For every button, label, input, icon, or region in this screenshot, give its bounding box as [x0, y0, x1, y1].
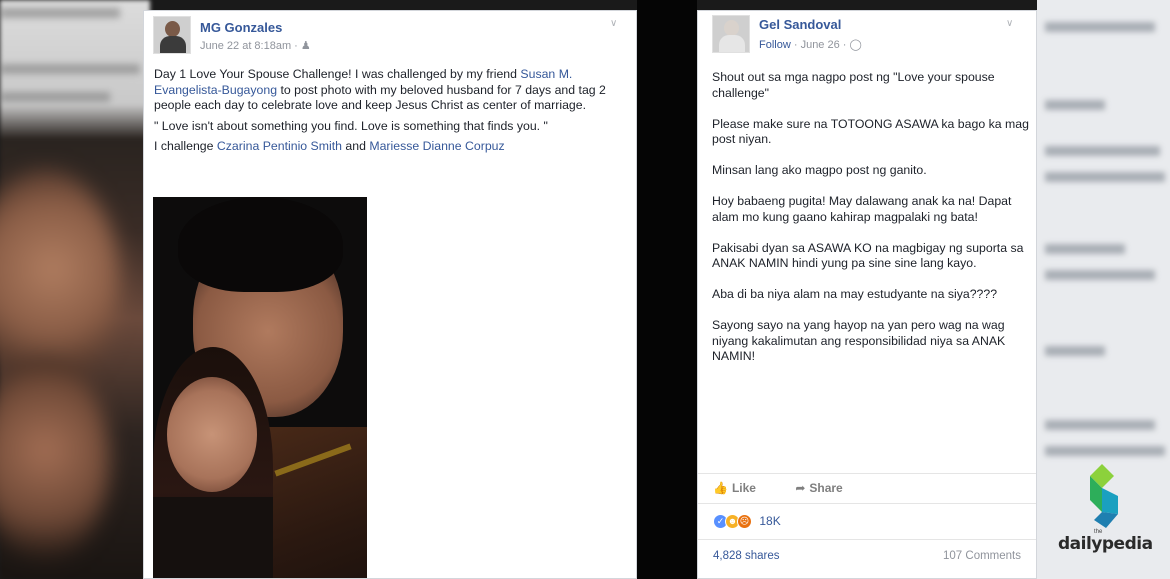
share-label: Share [809, 481, 843, 495]
dailypedia-logo-mark [1090, 464, 1118, 528]
divider [698, 503, 1036, 504]
post-text: Day 1 Love Your Spouse Challenge! I was … [154, 67, 521, 81]
post-paragraph: Hoy babaeng pugita! May dalawang anak ka… [712, 194, 1012, 224]
post-text: and [341, 139, 370, 153]
facebook-post-left: MG Gonzales June 22 at 8:18am · ♟ ∨ Day … [143, 10, 637, 579]
blurred-text [1045, 22, 1155, 32]
globe-icon: ◯ [849, 39, 862, 51]
angry-reaction-icon: ☹ [737, 514, 752, 530]
avatar[interactable] [712, 15, 750, 53]
thumbs-up-icon: 👍 [713, 481, 728, 495]
reaction-count: 18K [759, 514, 781, 528]
divider [698, 473, 1036, 474]
tagged-user-link[interactable]: Mariesse Dianne Corpuz [369, 139, 504, 153]
post-timestamp[interactable]: · June 26 · [791, 39, 850, 51]
blurred-text [1045, 270, 1155, 280]
chevron-down-icon[interactable]: ∨ [610, 19, 624, 29]
blurred-face [0, 360, 110, 560]
post-photo[interactable] [153, 197, 367, 578]
background-divider [637, 0, 697, 579]
photo-woman-body [153, 497, 273, 578]
photo-woman-face [167, 377, 257, 492]
blurred-text [0, 92, 110, 102]
post-body: Day 1 Love Your Spouse Challenge! I was … [154, 67, 624, 155]
post-timestamp[interactable]: June 22 at 8:18am · [200, 40, 301, 52]
post-meta: Follow · June 26 · ◯ [759, 38, 862, 51]
post-body: Shout out sa mga nagpo post ng "Love you… [712, 70, 1030, 380]
tagged-user-link[interactable]: Czarina Pentinio Smith [217, 139, 342, 153]
blurred-text [0, 8, 120, 18]
logo-wordmark: dailypedia [1058, 534, 1153, 554]
post-paragraph: Day 1 Love Your Spouse Challenge! I was … [154, 67, 624, 114]
author-name[interactable]: Gel Sandoval [759, 17, 841, 32]
dailypedia-logo: the dailypedia [1054, 458, 1154, 568]
follow-link[interactable]: Follow [759, 39, 791, 51]
share-button[interactable]: ➦ Share [795, 481, 860, 495]
post-paragraph: Pakisabi dyan sa ASAWA KO na magbigay ng… [712, 240, 1024, 271]
blurred-text [1045, 446, 1165, 456]
share-arrow-icon: ➦ [795, 481, 806, 495]
reactions-summary[interactable]: ✓ ☻ ☹ 18K [713, 514, 781, 530]
post-actions: 👍 Like ➦ Share [713, 481, 879, 495]
shares-count-link[interactable]: 4,828 shares [713, 550, 780, 562]
post-paragraph: Please make sure na TOTOONG ASAWA ka bag… [712, 116, 1029, 147]
blurred-text [1045, 100, 1105, 110]
post-quote: " Love isn't about something you find. L… [154, 118, 548, 133]
background-left-blur [0, 0, 150, 579]
blurred-text [1045, 172, 1165, 182]
divider [698, 539, 1036, 540]
blurred-text [1045, 146, 1160, 156]
post-paragraph: Shout out sa mga nagpo post ng "Love you… [712, 70, 995, 100]
blurred-text [1045, 244, 1125, 254]
post-meta: June 22 at 8:18am · ♟ [200, 39, 311, 52]
blurred-text [1045, 420, 1155, 430]
blurred-face [0, 170, 120, 390]
facebook-post-right: Gel Sandoval Follow · June 26 · ◯ ∨ Shou… [697, 10, 1037, 579]
chevron-down-icon[interactable]: ∨ [1006, 19, 1020, 29]
post-paragraph: Sayong sayo na yang hayop na yan pero wa… [712, 318, 1006, 363]
like-label: Like [731, 481, 756, 495]
friends-icon: ♟ [300, 40, 311, 52]
post-paragraph: Minsan lang ako magpo post ng ganito. [712, 163, 927, 177]
blurred-text [1045, 346, 1105, 356]
post-paragraph: I challenge Czarina Pentinio Smith and M… [154, 139, 624, 155]
blurred-text [0, 64, 140, 74]
post-paragraph: Aba di ba niya alam na may estudyante na… [712, 287, 998, 301]
comments-count-link[interactable]: 107 Comments [943, 550, 1021, 562]
like-button[interactable]: 👍 Like [713, 481, 774, 495]
author-name[interactable]: MG Gonzales [200, 20, 282, 35]
post-text: I challenge [154, 139, 217, 153]
avatar[interactable] [153, 16, 191, 54]
photo-man-hair [178, 197, 343, 292]
